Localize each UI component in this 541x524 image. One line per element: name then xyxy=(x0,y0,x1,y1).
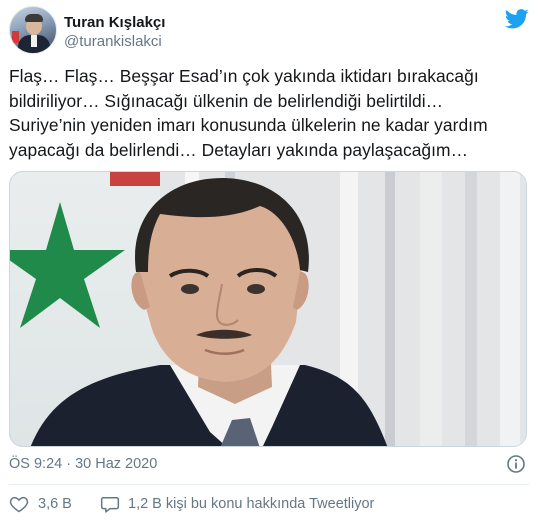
like-count: 3,6 B xyxy=(38,496,72,512)
speech-bubble-icon xyxy=(100,497,120,513)
tweet-actions: 3,6 B 1,2 B kişi bu konu hakkında Tweetl… xyxy=(9,494,529,516)
divider xyxy=(9,484,529,485)
attached-photo[interactable] xyxy=(9,171,527,447)
tweet-text: Flaş… Flaş… Beşşar Esad’ın çok yakında i… xyxy=(9,66,488,160)
tweeting-about-button[interactable]: 1,2 B kişi bu konu hakkında Tweetliyor xyxy=(100,494,374,514)
tweet-timestamp[interactable]: ÖS 9:24 · 30 Haz 2020 xyxy=(9,456,157,472)
heart-icon xyxy=(9,496,29,513)
tweeting-about-text: 1,2 B kişi bu konu hakkında Tweetliyor xyxy=(128,496,375,512)
tweet-card: Turan Kışlakçı @turankislakci Flaş… Flaş… xyxy=(0,0,541,524)
portrait-figure xyxy=(30,177,388,446)
info-icon[interactable] xyxy=(506,454,526,474)
avatar[interactable] xyxy=(9,6,57,54)
author-handle[interactable]: @turankislakci xyxy=(64,33,162,50)
twitter-bird-icon[interactable] xyxy=(505,9,529,29)
tweet-header: Turan Kışlakçı @turankislakci xyxy=(9,6,529,54)
like-button[interactable]: 3,6 B xyxy=(9,494,72,514)
author-name[interactable]: Turan Kışlakçı xyxy=(64,14,165,31)
